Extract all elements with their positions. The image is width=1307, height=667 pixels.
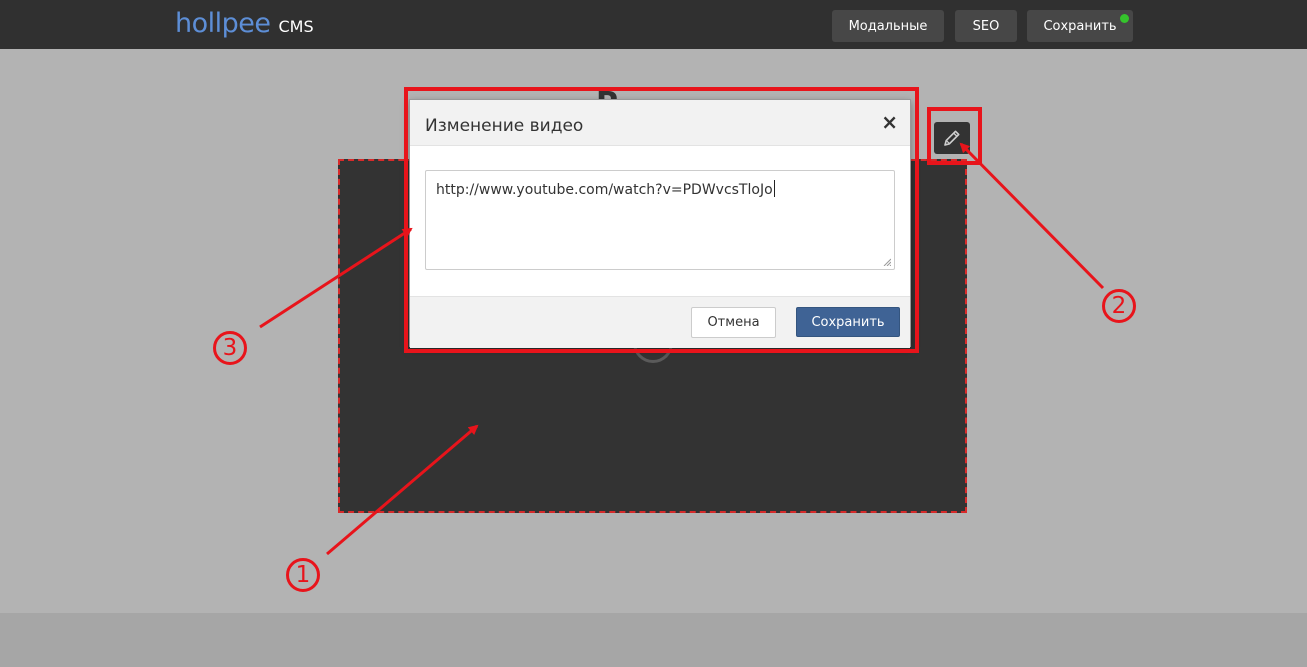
arrow-1 xyxy=(326,424,479,556)
annotation-arrows xyxy=(259,142,1105,556)
arrow-3 xyxy=(259,227,413,329)
annotation-label-3: 3 xyxy=(213,331,247,365)
arrow-2 xyxy=(959,142,1105,290)
annotation-label-1: 1 xyxy=(286,558,320,592)
annotation-label-2: 2 xyxy=(1102,289,1136,323)
